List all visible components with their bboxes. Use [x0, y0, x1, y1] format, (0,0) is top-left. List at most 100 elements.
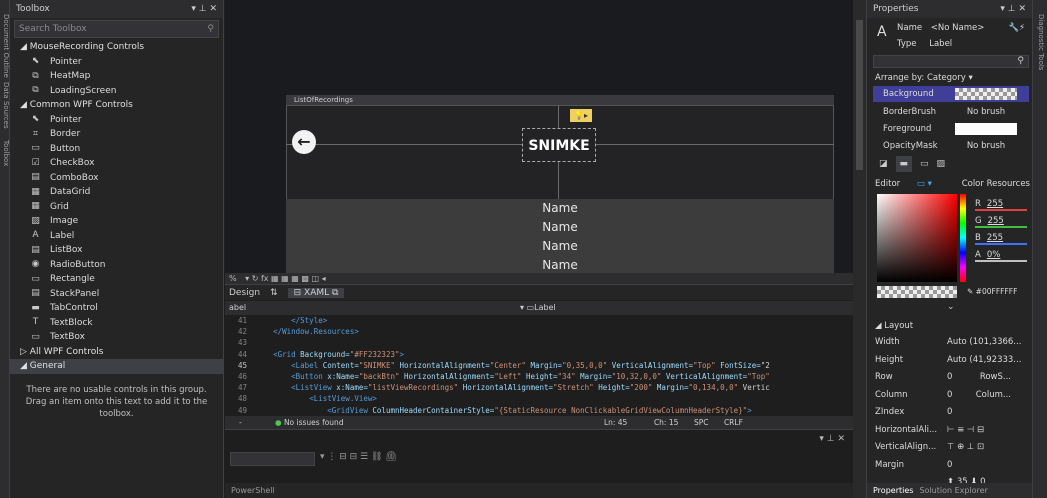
- swap-panes-icon[interactable]: ⇅: [270, 288, 278, 298]
- column-span-value[interactable]: Colum...: [976, 387, 1011, 403]
- layout-prop-value[interactable]: 0: [947, 387, 952, 403]
- tab-solution-explorer[interactable]: Solution Explorer: [919, 483, 987, 498]
- toolbox-item[interactable]: ▤ StackPanel: [10, 287, 223, 302]
- tab-document-outline[interactable]: Document Outline: [0, 14, 10, 78]
- channel-slider[interactable]: [975, 243, 1027, 245]
- toolbox-item[interactable]: ▤ ComboBox: [10, 171, 223, 186]
- rgba-row[interactable]: G 255: [975, 213, 1027, 229]
- layout-prop-value[interactable]: 0: [947, 369, 952, 385]
- code-line[interactable]: 45 <Label Content="SNIMKE" HorizontalAli…: [225, 360, 853, 371]
- channel-slider[interactable]: [975, 226, 1027, 228]
- code-line[interactable]: 47 <ListView x:Name="listViewRecordings"…: [225, 382, 853, 393]
- channel-value[interactable]: 255: [988, 216, 1004, 226]
- brush-value[interactable]: No brush: [955, 106, 1017, 118]
- channel-slider[interactable]: [975, 209, 1027, 211]
- layout-section-header[interactable]: ◢ Layout: [875, 318, 1025, 334]
- code-line[interactable]: 48 <ListView.View>: [225, 393, 853, 404]
- brush-value[interactable]: [955, 88, 1017, 100]
- toolbox-item[interactable]: ▬ TabControl: [10, 301, 223, 316]
- tab-data-sources[interactable]: Data Sources: [0, 82, 10, 129]
- panel-options-icon[interactable]: ▾ ⊥ ✕: [191, 0, 217, 18]
- toolbox-item[interactable]: ▭ Button: [10, 142, 223, 157]
- toolbox-item[interactable]: ▭ Rectangle: [10, 272, 223, 287]
- toolbox-item[interactable]: ⧉ HeatMap: [10, 69, 223, 84]
- brush-row[interactable]: BorderBrush No brush: [873, 104, 1029, 120]
- tab-powershell[interactable]: PowerShell: [225, 483, 853, 498]
- toolbox-item[interactable]: ▦ DataGrid: [10, 185, 223, 200]
- layout-prop-value[interactable]: 0: [947, 457, 952, 473]
- toolbox-item[interactable]: ⧉ LoadingScreen: [10, 84, 223, 99]
- element-selector-left[interactable]: abel: [229, 303, 246, 312]
- xaml-code-editor[interactable]: 41 </Style> 42 </Window.Resources> 43 44 <G…: [225, 315, 853, 416]
- color-picker-square[interactable]: [877, 194, 957, 282]
- snimke-label[interactable]: SNIMKE: [522, 128, 596, 162]
- channel-value[interactable]: 255: [987, 199, 1003, 209]
- brush-row[interactable]: Foreground: [873, 121, 1029, 137]
- panel-options-icon[interactable]: ▾ ⊥ ✕: [819, 434, 845, 444]
- tab-design[interactable]: Design: [229, 288, 260, 298]
- vertical-align-icons[interactable]: ⊤ ⊕ ⊥ ⊡: [947, 439, 984, 455]
- grid-toggle-icons[interactable]: ▾ ↻ fx ▦ ▦ ▦ ▩ ◫ ◂: [245, 274, 325, 283]
- eyedropper-dropdown[interactable]: ▭ ▾: [917, 179, 932, 189]
- code-line[interactable]: 42 </Window.Resources>: [225, 326, 853, 337]
- toolbox-group-header[interactable]: ◢ Common WPF Controls: [10, 98, 223, 113]
- toolbox-item[interactable]: ▭ TextBox: [10, 330, 223, 345]
- toolbox-group-header[interactable]: ◢ MouseRecording Controls: [10, 40, 223, 55]
- toolbox-group-header[interactable]: ▷ All WPF Controls: [10, 345, 223, 360]
- channel-value[interactable]: 0%: [987, 250, 1001, 260]
- color-resources-tab[interactable]: Color Resources: [962, 176, 1030, 192]
- tab-diagnostic-tools[interactable]: Diagnostic Tools: [1035, 14, 1045, 70]
- code-line[interactable]: 41 </Style>: [225, 315, 853, 326]
- panel-options-icon[interactable]: ▾ ⊥ ✕: [1000, 0, 1026, 18]
- lightbulb-icon[interactable]: 💡▸: [570, 109, 592, 122]
- rgba-row[interactable]: R 255: [975, 196, 1027, 212]
- hex-input[interactable]: ✎ #00FFFFFF: [967, 284, 1027, 300]
- code-line[interactable]: 49 <GridView ColumnHeaderContainerStyle=…: [225, 405, 853, 416]
- designer-scrollbar[interactable]: [853, 0, 866, 498]
- status-zoom[interactable]: -: [225, 416, 275, 429]
- chevron-down-icon[interactable]: ⌄: [947, 302, 955, 312]
- rgba-row[interactable]: B 255: [975, 230, 1027, 246]
- toolbox-item[interactable]: ⌗ Border: [10, 127, 223, 142]
- back-button[interactable]: ←: [292, 130, 316, 154]
- image-brush-icon[interactable]: ▨: [937, 156, 946, 172]
- code-line[interactable]: 43: [225, 337, 853, 348]
- arrange-by-dropdown[interactable]: Arrange by: Category ▾: [875, 70, 1025, 86]
- code-line[interactable]: 44 <Grid Background="#FF232323">: [225, 349, 853, 360]
- member-selector[interactable]: ▾ ▭Label: [520, 301, 556, 315]
- brush-type-tabs[interactable]: ◪ ▬ ▭ ▨: [873, 156, 1029, 172]
- scroll-thumb[interactable]: [856, 20, 863, 170]
- toolbox-item[interactable]: ◉ RadioButton: [10, 258, 223, 273]
- code-line[interactable]: 46 <Button x:Name="backBtn" HorizontalAl…: [225, 371, 853, 382]
- line-ending[interactable]: CRLF: [724, 416, 754, 429]
- solid-brush-icon[interactable]: ▬: [895, 156, 913, 172]
- toolbox-item[interactable]: ⬉ Pointer: [10, 55, 223, 70]
- toolbox-item[interactable]: ☑ CheckBox: [10, 156, 223, 171]
- brush-row[interactable]: Background: [873, 86, 1029, 102]
- name-input[interactable]: <No Name>: [931, 23, 985, 33]
- spacing-mode[interactable]: SPC: [694, 416, 724, 429]
- issues-status[interactable]: No issues found: [284, 416, 604, 429]
- no-brush-icon[interactable]: ◪: [879, 156, 888, 172]
- toolbox-item[interactable]: A Label: [10, 229, 223, 244]
- terminal-selector[interactable]: [230, 452, 315, 466]
- layout-prop-value[interactable]: Auto (41,92333...: [947, 352, 1021, 368]
- row-span-value[interactable]: RowS...: [980, 369, 1011, 385]
- toolbox-item[interactable]: ▨ Image: [10, 214, 223, 229]
- wrench-icon[interactable]: 🔧⚡: [1008, 20, 1025, 36]
- toolbox-item[interactable]: ▤ ListBox: [10, 243, 223, 258]
- toolbox-group-general[interactable]: ◢ General: [10, 359, 223, 374]
- tab-xaml[interactable]: ⊟ XAML ⧉: [287, 287, 345, 298]
- brush-row[interactable]: OpacityMask No brush: [873, 138, 1029, 154]
- tab-toolbox[interactable]: Toolbox: [0, 140, 10, 166]
- zoom-level[interactable]: %: [229, 274, 237, 283]
- layout-prop-value[interactable]: Auto (101,3366...: [947, 334, 1021, 350]
- property-search-input[interactable]: ⚲: [873, 55, 1029, 68]
- toolbox-search-input[interactable]: Search Toolbox ⚲: [14, 20, 219, 38]
- channel-value[interactable]: 255: [987, 233, 1003, 243]
- horizontal-align-icons[interactable]: ⊢ ≡ ⊣ ⊟: [947, 422, 984, 438]
- listview-recordings[interactable]: Name Name Name Name: [286, 199, 834, 273]
- brush-value[interactable]: [955, 123, 1017, 135]
- hue-slider[interactable]: [960, 194, 966, 282]
- layout-prop-value[interactable]: 0: [947, 404, 952, 420]
